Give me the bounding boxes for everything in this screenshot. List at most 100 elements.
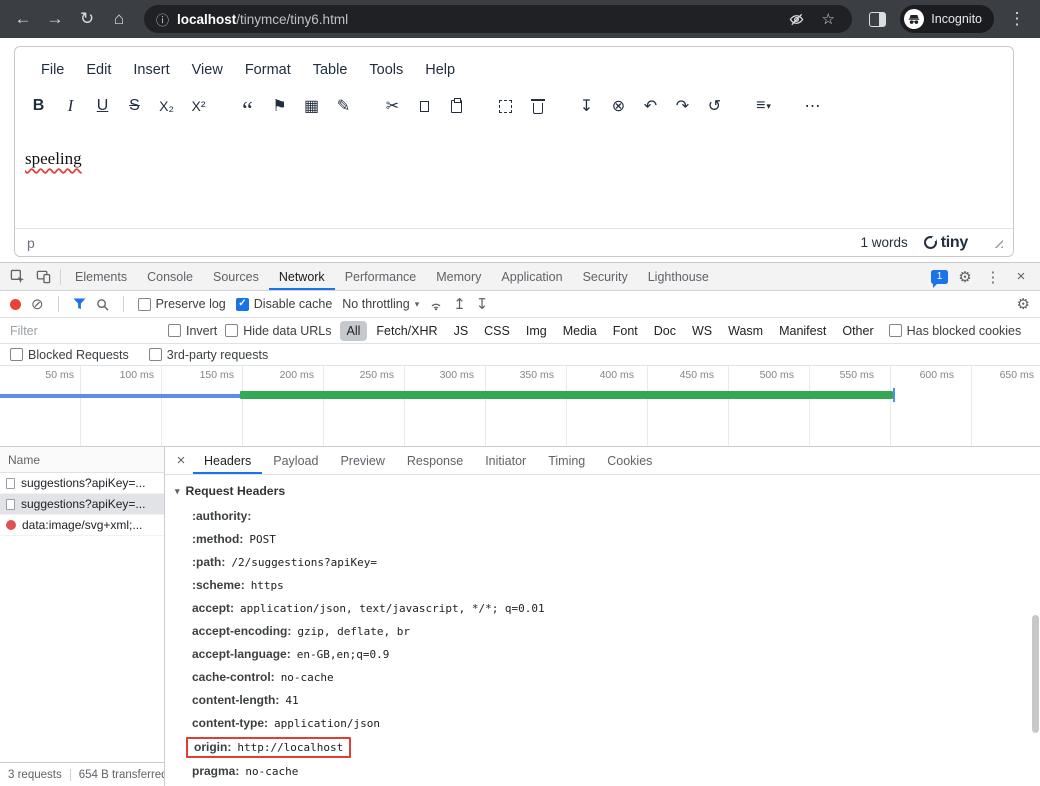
select-all-icon[interactable] [492,92,519,120]
clear-network-log-icon[interactable]: ⊘ [31,297,44,312]
element-path[interactable]: p [27,235,35,251]
delete-icon[interactable] [524,92,551,120]
menu-item[interactable]: File [33,59,72,81]
resource-type-chip[interactable]: Wasm [721,321,770,341]
network-conditions-icon[interactable] [429,297,443,311]
forward-icon[interactable]: → [40,4,70,34]
detail-tab[interactable]: Preview [329,447,395,474]
side-panel-icon[interactable] [862,4,892,34]
bookmark-star-icon[interactable]: ☆ [816,7,840,31]
issues-counter-icon[interactable]: 1 [931,270,948,284]
format-painter-icon[interactable]: ⚑ [266,92,293,120]
editor-content-area[interactable]: speeling [15,129,1013,228]
tiny-branding[interactable]: tiny [924,234,968,252]
devtools-menu-icon[interactable]: ⋮ [982,268,1004,286]
devtools-tab[interactable]: Application [491,263,572,290]
resource-type-chip[interactable]: Fetch/XHR [369,321,444,341]
download-icon[interactable]: ↧ [573,92,600,120]
network-settings-icon[interactable]: ⚙ [1017,297,1030,312]
devtools-tab[interactable]: Performance [335,263,427,290]
browser-menu-icon[interactable]: ⋮ [1002,4,1032,34]
third-party-toggle[interactable]: 3rd-party requests [149,348,268,362]
underline-icon[interactable]: U [89,92,116,120]
name-column-header[interactable]: Name [0,447,164,473]
resource-type-chip[interactable]: WS [685,321,719,341]
scrollbar-thumb[interactable] [1032,615,1039,733]
copy-icon[interactable] [411,92,438,120]
menu-item[interactable]: Format [237,59,299,81]
export-har-icon[interactable]: ↧ [476,297,489,312]
throttling-select[interactable]: No throttling ▾ [342,297,419,311]
devtools-close-icon[interactable]: × [1010,268,1032,285]
has-blocked-cookies-toggle[interactable]: Has blocked cookies [889,324,1022,338]
home-icon[interactable]: ⌂ [104,4,134,34]
address-bar[interactable]: ⓘ localhost/tinymce/tiny6.html ☆ [144,5,852,33]
italic-icon[interactable]: I [57,92,84,120]
network-overview-timeline[interactable]: 50 ms100 ms150 ms200 ms250 ms300 ms350 m… [0,366,1040,447]
resource-type-chip[interactable]: All [340,321,368,341]
detail-tab[interactable]: Initiator [474,447,537,474]
filter-input[interactable] [10,324,160,338]
third-party-checkbox[interactable] [149,348,162,361]
strikethrough-icon[interactable]: S [121,92,148,120]
invert-checkbox[interactable] [168,324,181,337]
request-row[interactable]: suggestions?apiKey=... [0,494,164,515]
detail-tab[interactable]: Timing [537,447,596,474]
devtools-tab[interactable]: Security [573,263,638,290]
search-icon[interactable] [96,298,109,311]
devtools-tab[interactable]: Network [269,263,335,290]
image-icon[interactable]: ▦ [298,92,325,120]
devtools-tab[interactable]: Console [137,263,203,290]
resource-type-chip[interactable]: Media [556,321,604,341]
filter-toggle-icon[interactable] [73,298,86,310]
word-count[interactable]: 1 words [860,235,907,250]
resource-type-chip[interactable]: Doc [647,321,683,341]
resource-type-chip[interactable]: JS [447,321,476,341]
hide-data-urls-toggle[interactable]: Hide data URLs [225,324,331,338]
resource-type-chip[interactable]: Img [519,321,554,341]
blockquote-icon[interactable]: “ [234,92,261,120]
resource-type-chip[interactable]: Font [606,321,645,341]
resize-handle[interactable] [992,237,1003,248]
disable-cache-checkbox[interactable] [236,298,249,311]
record-icon[interactable] [10,299,21,310]
menu-item[interactable]: Insert [125,59,177,81]
detail-tab[interactable]: Cookies [596,447,663,474]
cancel-icon[interactable]: ⊗ [605,92,632,120]
resource-type-chip[interactable]: CSS [477,321,517,341]
request-row[interactable]: data:image/svg+xml;... [0,515,164,536]
invert-toggle[interactable]: Invert [168,324,217,338]
blocked-requests-toggle[interactable]: Blocked Requests [10,348,129,362]
reload-icon[interactable]: ↻ [72,4,102,34]
devtools-tab[interactable]: Memory [426,263,491,290]
undo-icon[interactable]: ↶ [637,92,664,120]
bold-icon[interactable]: B [25,92,52,120]
import-har-icon[interactable]: ↥ [453,297,466,312]
has-blocked-cookies-checkbox[interactable] [889,324,902,337]
paste-icon[interactable] [443,92,470,120]
scrollbar[interactable] [1030,475,1040,786]
restore-draft-icon[interactable]: ↺ [701,92,728,120]
more-options-icon[interactable]: ⋯ [799,92,826,120]
align-icon[interactable]: ≡▾ [750,92,777,120]
device-toolbar-icon[interactable] [30,263,56,290]
subscript-icon[interactable]: X₂ [153,92,180,120]
disable-cache-toggle[interactable]: Disable cache [236,297,333,311]
devtools-tab[interactable]: Sources [203,263,269,290]
resource-type-chip[interactable]: Manifest [772,321,833,341]
back-icon[interactable]: ← [8,4,38,34]
devtools-settings-icon[interactable]: ⚙ [954,268,976,286]
detail-tab[interactable]: Response [396,447,474,474]
request-row[interactable]: suggestions?apiKey=... [0,473,164,494]
detail-tab[interactable]: Headers [193,447,262,474]
menu-item[interactable]: Table [305,59,356,81]
inspect-element-icon[interactable] [4,263,30,290]
cut-icon[interactable]: ✂ [379,92,406,120]
close-detail-icon[interactable]: × [169,452,193,469]
site-info-icon[interactable]: ⓘ [156,10,169,29]
resource-type-chip[interactable]: Other [835,321,880,341]
devtools-tab[interactable]: Elements [65,263,137,290]
menu-item[interactable]: Edit [78,59,119,81]
request-headers-section[interactable]: ▾ Request Headers [175,484,1028,498]
preserve-log-toggle[interactable]: Preserve log [138,297,226,311]
